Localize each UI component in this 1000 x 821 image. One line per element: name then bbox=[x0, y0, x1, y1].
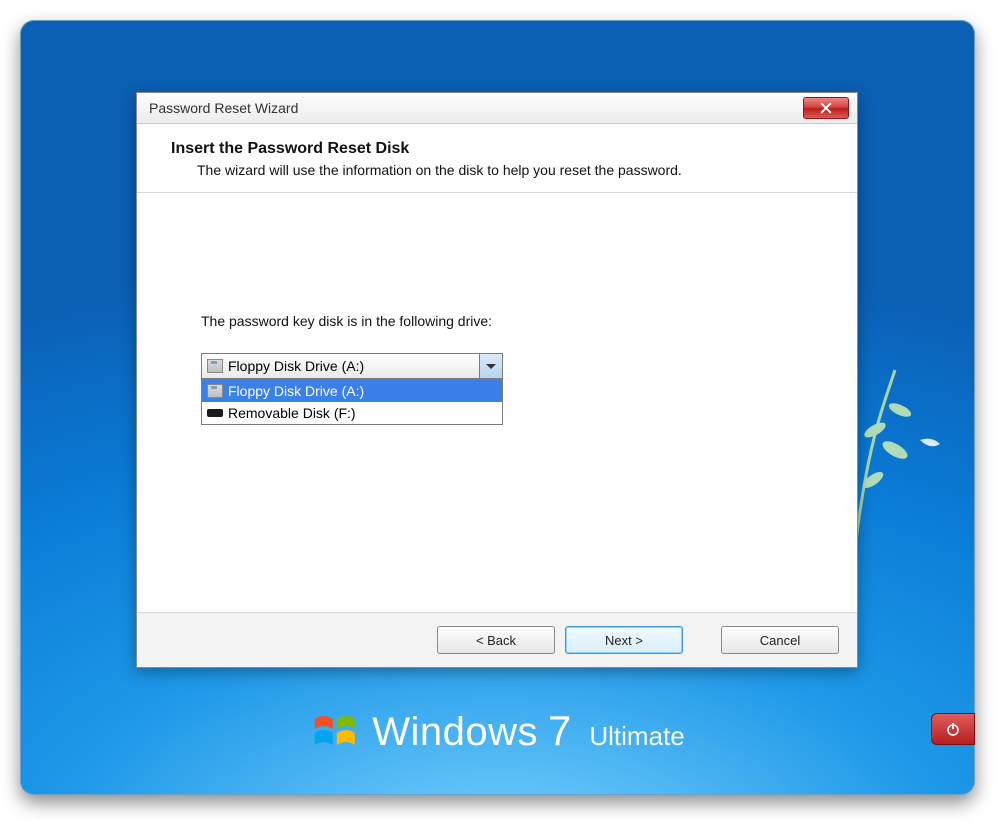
power-icon bbox=[945, 721, 961, 737]
password-reset-wizard-window: Password Reset Wizard Insert the Passwor… bbox=[136, 92, 858, 668]
floppy-icon bbox=[206, 384, 224, 398]
cancel-button[interactable]: Cancel bbox=[721, 626, 839, 654]
floppy-icon bbox=[206, 359, 224, 373]
drive-select-display[interactable]: Floppy Disk Drive (A:) bbox=[201, 353, 503, 379]
power-button[interactable] bbox=[931, 713, 975, 745]
next-button[interactable]: Next > bbox=[565, 626, 683, 654]
back-button[interactable]: < Back bbox=[437, 626, 555, 654]
chevron-down-icon[interactable] bbox=[479, 354, 502, 378]
os-branding: Windows 7 Ultimate bbox=[310, 707, 684, 755]
desktop-background: Password Reset Wizard Insert the Passwor… bbox=[20, 20, 975, 795]
windows-logo-icon bbox=[310, 707, 358, 755]
drive-select[interactable]: Floppy Disk Drive (A:) Floppy Disk Drive… bbox=[201, 353, 503, 379]
cancel-button-label: Cancel bbox=[760, 633, 800, 648]
next-button-label: Next > bbox=[605, 633, 643, 648]
drive-option-label: Floppy Disk Drive (A:) bbox=[228, 383, 364, 399]
window-title: Password Reset Wizard bbox=[149, 100, 298, 116]
title-bar[interactable]: Password Reset Wizard bbox=[137, 93, 857, 124]
removable-disk-icon bbox=[206, 406, 224, 420]
drive-option[interactable]: Floppy Disk Drive (A:) bbox=[202, 380, 502, 402]
brand-edition: Ultimate bbox=[589, 721, 684, 752]
wizard-heading: Insert the Password Reset Disk bbox=[171, 140, 829, 158]
wizard-body: The password key disk is in the followin… bbox=[137, 193, 857, 612]
drive-prompt-label: The password key disk is in the followin… bbox=[201, 313, 793, 329]
drive-option[interactable]: Removable Disk (F:) bbox=[202, 402, 502, 424]
close-icon bbox=[820, 102, 832, 114]
wizard-subheading: The wizard will use the information on t… bbox=[197, 162, 829, 178]
back-button-label: < Back bbox=[476, 633, 516, 648]
drive-select-dropdown: Floppy Disk Drive (A:) Removable Disk (F… bbox=[201, 379, 503, 425]
close-button[interactable] bbox=[803, 97, 849, 119]
wizard-header: Insert the Password Reset Disk The wizar… bbox=[137, 124, 857, 193]
wizard-footer: < Back Next > Cancel bbox=[137, 612, 857, 667]
brand-version: 7 bbox=[548, 707, 571, 755]
drive-select-value: Floppy Disk Drive (A:) bbox=[228, 358, 364, 374]
brand-name: Windows bbox=[372, 710, 538, 755]
drive-option-label: Removable Disk (F:) bbox=[228, 405, 356, 421]
